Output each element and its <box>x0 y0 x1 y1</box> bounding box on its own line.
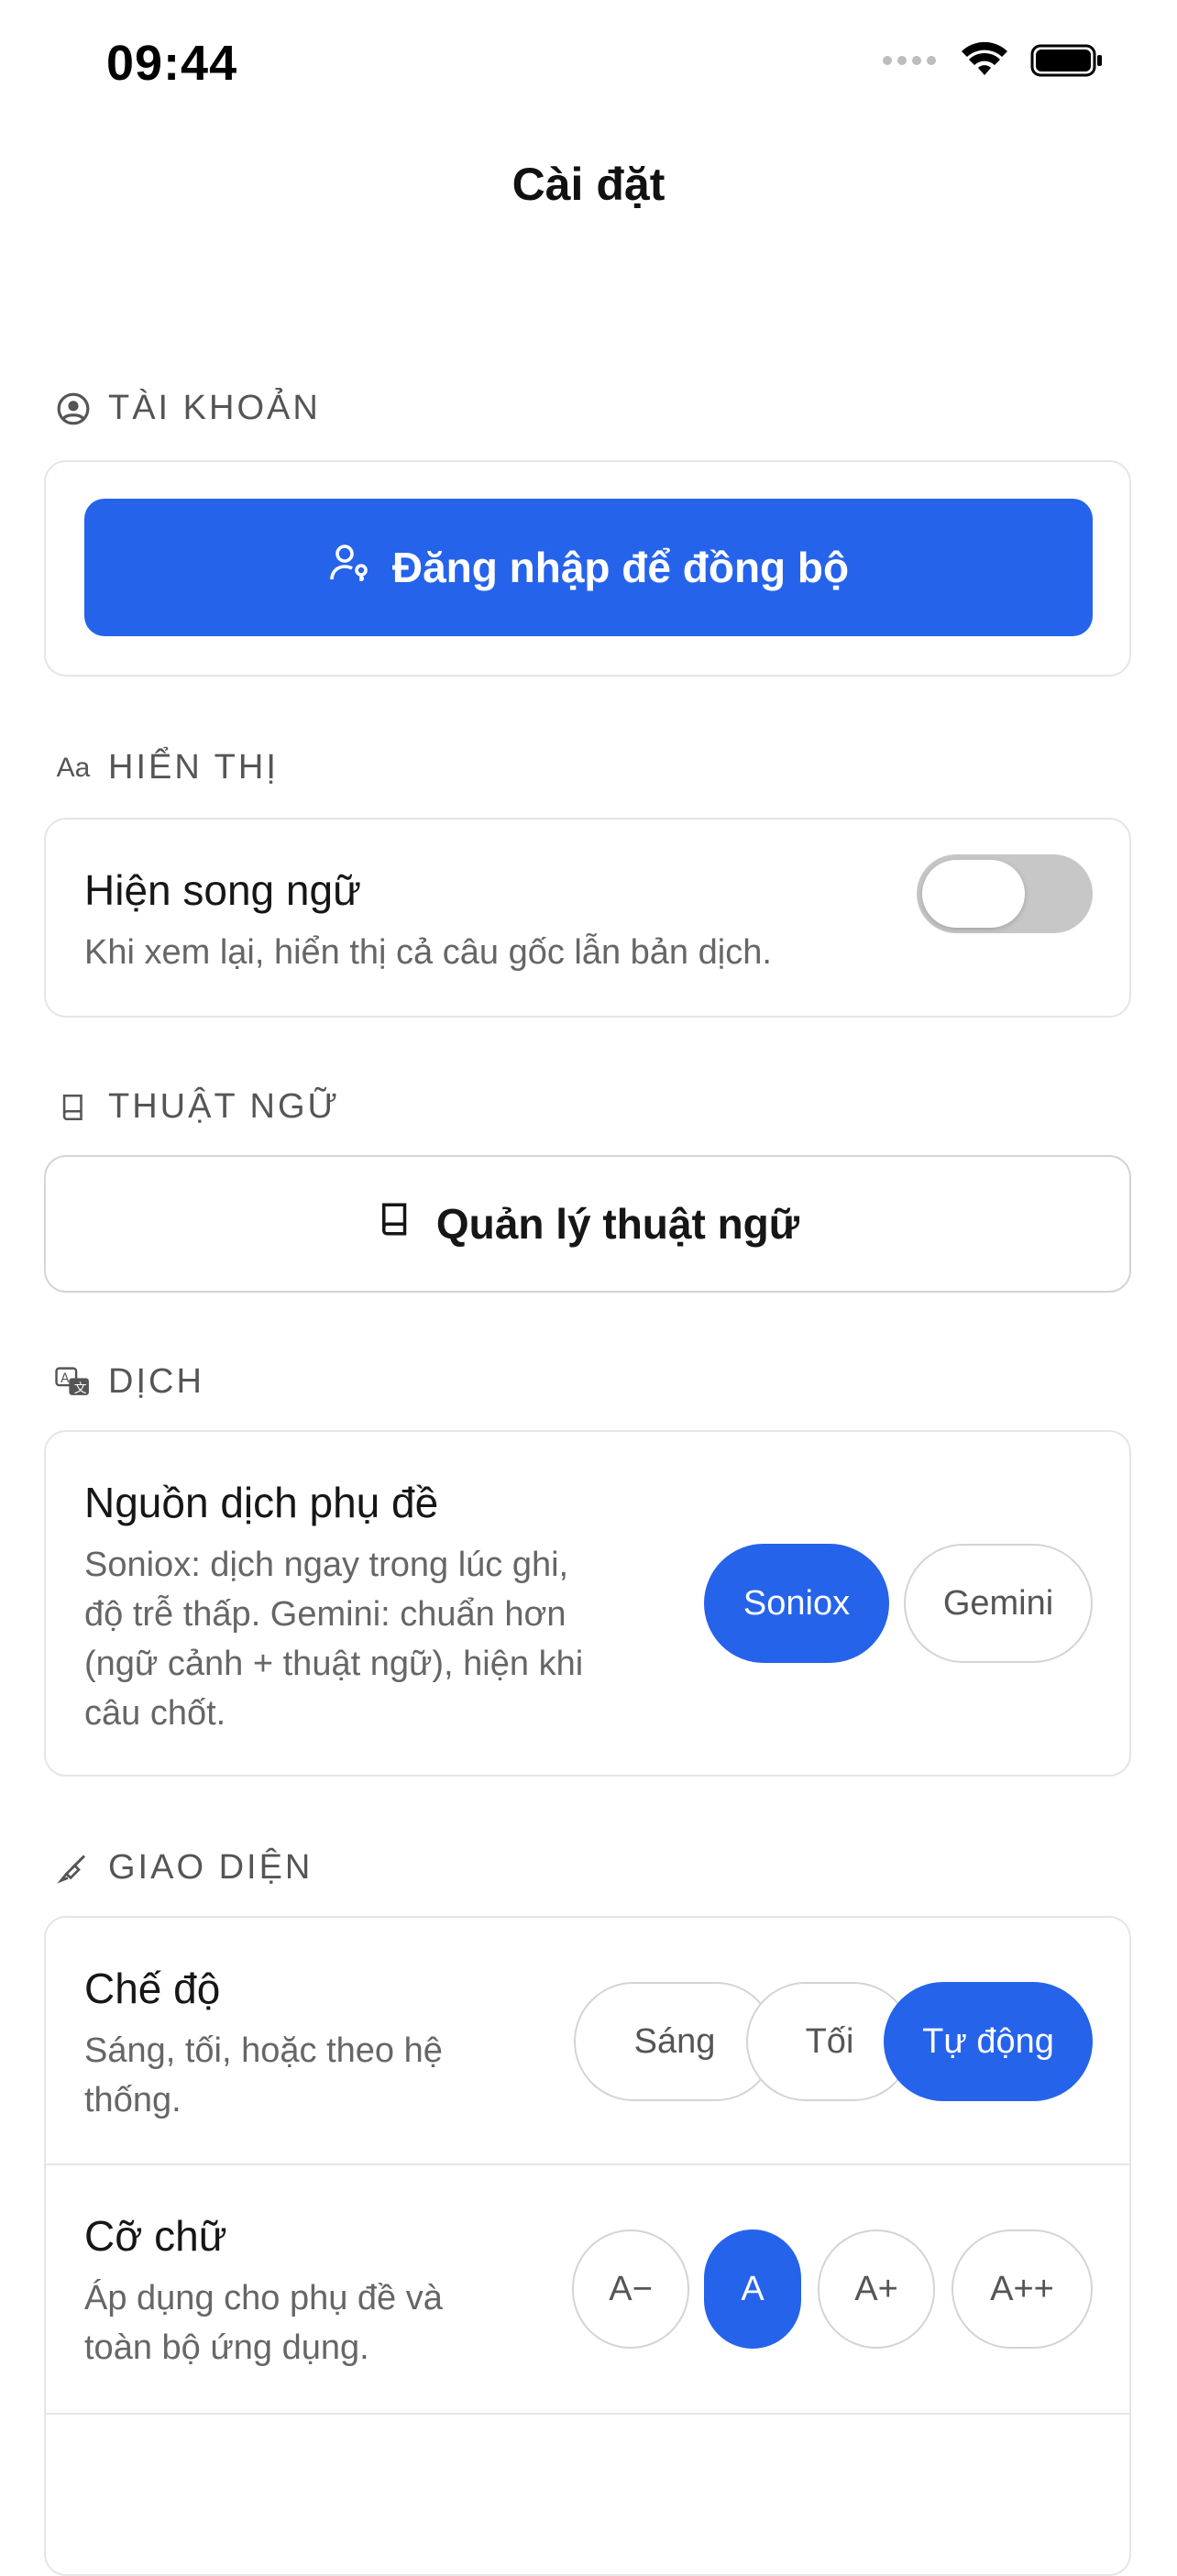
section-header-account: TÀI KHOẢN <box>55 389 321 428</box>
section-header-display: Aa HIỂN THỊ <box>55 748 279 787</box>
translate-icon: A文 <box>55 1364 92 1401</box>
translation-source-description: Soniox: dịch ngay trong lúc ghi, độ trễ … <box>84 1540 583 1738</box>
desc-line: (ngữ cảnh + thuật ngữ), hiện khi <box>84 1645 584 1683</box>
bilingual-toggle[interactable] <box>917 854 1093 933</box>
desc-line: toàn bộ ứng dụng. <box>84 2328 369 2367</box>
bilingual-title: Hiện song ngữ <box>84 866 361 914</box>
book-icon <box>55 1089 92 1126</box>
mode-option-auto[interactable]: Tự động <box>884 1982 1093 2101</box>
section-header-glossary: THUẬT NGỮ <box>55 1087 340 1127</box>
book-icon <box>376 1197 414 1251</box>
manage-glossary-button[interactable]: Quản lý thuật ngữ <box>44 1155 1131 1293</box>
bilingual-description: Khi xem lại, hiển thị cả câu gốc lẫn bản… <box>84 933 772 972</box>
status-time: 09:44 <box>106 36 238 91</box>
svg-text:A: A <box>60 1371 70 1386</box>
svg-text:文: 文 <box>74 1381 87 1395</box>
font-size-option-smaller[interactable]: A− <box>572 2229 689 2349</box>
wifi-icon <box>961 41 1008 83</box>
login-sync-label: Đăng nhập để đồng bộ <box>391 544 850 591</box>
section-label-account: TÀI KHOẢN <box>108 389 321 427</box>
login-sync-button[interactable]: Đăng nhập để đồng bộ <box>84 499 1093 636</box>
theme-mode-description: Sáng, tối, hoặc theo hệ thống. <box>84 2026 443 2125</box>
desc-line: thống. <box>84 2081 182 2119</box>
desc-line: độ trễ thấp. Gemini: chuẩn hơn <box>84 1595 566 1634</box>
source-option-gemini[interactable]: Gemini <box>904 1544 1093 1663</box>
font-size-option-larger[interactable]: A+ <box>818 2229 935 2349</box>
section-header-appearance: GIAO DIỆN <box>55 1848 313 1888</box>
translation-source-title: Nguồn dịch phụ đề <box>84 1479 439 1526</box>
font-size-description: Áp dụng cho phụ đề và toàn bộ ứng dụng. <box>84 2273 443 2372</box>
toggle-knob <box>922 860 1025 928</box>
signal-icon <box>882 51 939 74</box>
row-divider <box>44 2413 1131 2415</box>
user-key-icon <box>328 541 372 595</box>
user-circle-icon <box>55 391 92 427</box>
font-size-option-normal[interactable]: A <box>704 2229 801 2349</box>
page-title: Cài đặt <box>512 159 666 210</box>
section-label-display: HIỂN THỊ <box>108 748 279 787</box>
manage-glossary-label: Quản lý thuật ngữ <box>435 1200 800 1248</box>
source-option-soniox[interactable]: Soniox <box>704 1544 889 1663</box>
desc-line: Sáng, tối, hoặc theo hệ <box>84 2031 443 2070</box>
font-size-option-largest[interactable]: A++ <box>952 2229 1093 2349</box>
text-size-icon: Aa <box>56 752 91 783</box>
status-bar: 09:44 <box>0 0 1177 138</box>
brush-icon <box>55 1850 92 1887</box>
section-label-glossary: THUẬT NGỮ <box>108 1087 340 1126</box>
theme-mode-title: Chế độ <box>84 1965 221 2012</box>
status-icons <box>882 41 1104 83</box>
desc-line: Áp dụng cho phụ đề và <box>84 2279 443 2317</box>
battery-icon <box>1030 42 1104 83</box>
row-divider <box>44 2163 1131 2165</box>
mode-option-light[interactable]: Sáng <box>574 1982 776 2101</box>
section-label-translate: DỊCH <box>108 1362 204 1401</box>
desc-line: Soniox: dịch ngay trong lúc ghi, <box>84 1546 569 1584</box>
section-label-appearance: GIAO DIỆN <box>108 1848 314 1887</box>
font-size-title: Cỡ chữ <box>84 2212 227 2260</box>
section-header-translate: A文 DỊCH <box>55 1362 204 1402</box>
desc-line: câu chốt. <box>84 1694 226 1733</box>
